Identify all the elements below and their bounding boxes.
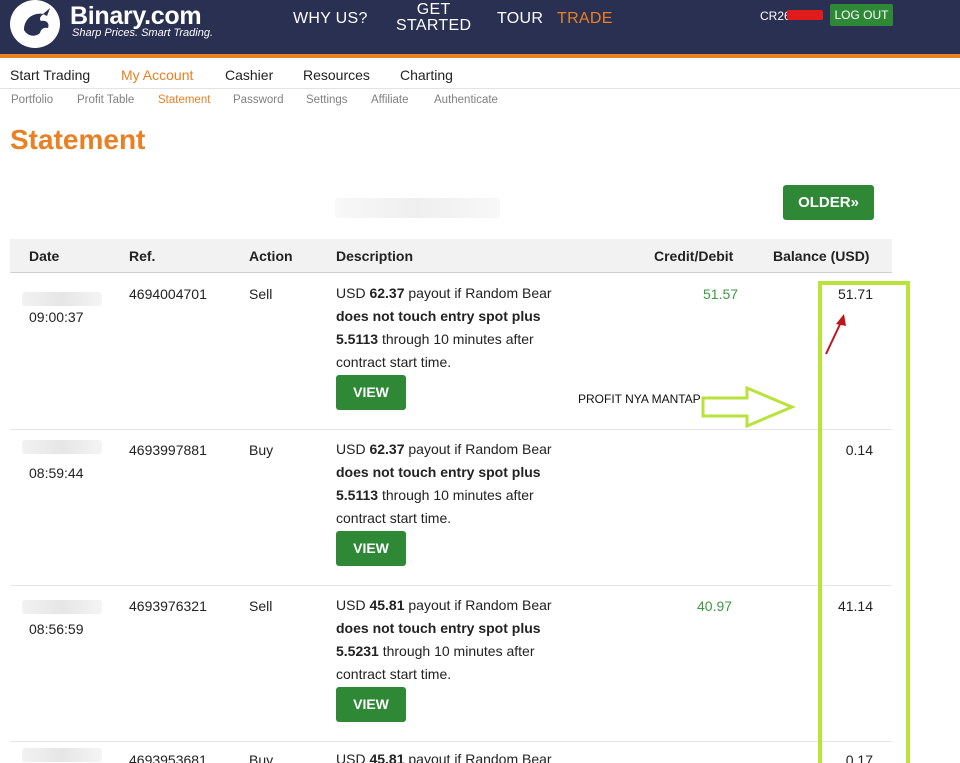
submenu-profit-table[interactable]: Profit Table — [77, 94, 134, 106]
submenu-password[interactable]: Password — [233, 94, 284, 106]
row-credit: 40.97 — [697, 598, 733, 614]
row-description: USD 45.81 payout if Random Bear — [336, 751, 552, 763]
view-button[interactable]: VIEW — [336, 531, 406, 566]
row-ref: 4693976321 — [129, 598, 207, 614]
row-action: Sell — [249, 598, 273, 614]
table-row: 08:59:44 4693997881 Buy USD 62.37 payout… — [10, 430, 892, 586]
row-time: 09:00:37 — [29, 309, 84, 325]
brand-tagline: Sharp Prices. Smart Trading. — [72, 27, 214, 39]
table-row: 08:56:59 4693976321 Sell USD 45.81 payou… — [10, 586, 892, 742]
row-action: Buy — [249, 752, 274, 763]
menu-my-account[interactable]: My Account — [121, 67, 193, 83]
row-ref: 4693997881 — [129, 442, 207, 458]
column-description[interactable]: Description — [336, 248, 413, 264]
row-ref: 4694004701 — [129, 286, 207, 302]
redacted-text — [335, 198, 500, 218]
nav-trade[interactable]: TRADE — [557, 11, 613, 27]
row-action: Buy — [249, 442, 274, 458]
menu-resources[interactable]: Resources — [303, 67, 370, 83]
nav-get-started-line2: STARTED — [396, 17, 472, 34]
row-action: Sell — [249, 286, 273, 302]
column-credit-debit[interactable]: Credit/Debit — [654, 248, 733, 264]
row-time: 08:56:59 — [29, 621, 84, 637]
row-description: USD 62.37 payout if Random Bear does not… — [336, 285, 552, 370]
view-button[interactable]: VIEW — [336, 687, 406, 722]
right-arrow-icon — [701, 385, 796, 429]
redacted-date — [22, 440, 102, 454]
redacted-date — [22, 600, 102, 614]
nav-get-started[interactable]: GET STARTED — [396, 2, 471, 34]
nav-tour[interactable]: TOUR — [497, 11, 543, 27]
logout-button[interactable]: LOG OUT — [830, 4, 893, 26]
redaction-mark — [787, 10, 823, 20]
table-header: Date Ref. Action Description Credit/Debi… — [10, 239, 892, 273]
row-description: USD 45.81 payout if Random Bear does not… — [336, 597, 552, 682]
nav-get-started-line1: GET — [416, 1, 451, 18]
table-row: 4693953681 Buy USD 45.81 payout if Rando… — [10, 742, 892, 763]
submenu-statement[interactable]: Statement — [158, 94, 210, 106]
up-arrow-icon — [825, 314, 846, 355]
profit-annotation: PROFIT NYA MANTAP — [578, 392, 701, 406]
column-action[interactable]: Action — [249, 248, 293, 264]
view-button[interactable]: VIEW — [336, 375, 406, 410]
column-ref[interactable]: Ref. — [129, 248, 155, 264]
submenu-authenticate[interactable]: Authenticate — [434, 94, 498, 106]
submenu-affiliate[interactable]: Affiliate — [371, 94, 409, 106]
redacted-date — [22, 292, 102, 306]
menu-cashier[interactable]: Cashier — [225, 67, 273, 83]
page-title: Statement — [10, 124, 146, 155]
row-description: USD 62.37 payout if Random Bear does not… — [336, 441, 552, 526]
older-button[interactable]: OLDER» — [783, 185, 874, 220]
redacted-date — [22, 748, 102, 762]
menu-start-trading[interactable]: Start Trading — [10, 67, 90, 83]
row-ref: 4693953681 — [129, 752, 207, 763]
column-date[interactable]: Date — [29, 248, 59, 264]
submenu-portfolio[interactable]: Portfolio — [11, 94, 53, 106]
bull-logo-icon[interactable] — [10, 0, 60, 48]
row-time: 08:59:44 — [29, 465, 84, 481]
row-credit: 51.57 — [703, 286, 739, 302]
nav-why-us[interactable]: WHY US? — [293, 11, 368, 27]
submenu-settings[interactable]: Settings — [306, 94, 348, 106]
column-balance[interactable]: Balance (USD) — [773, 248, 869, 264]
menu-charting[interactable]: Charting — [400, 67, 453, 83]
